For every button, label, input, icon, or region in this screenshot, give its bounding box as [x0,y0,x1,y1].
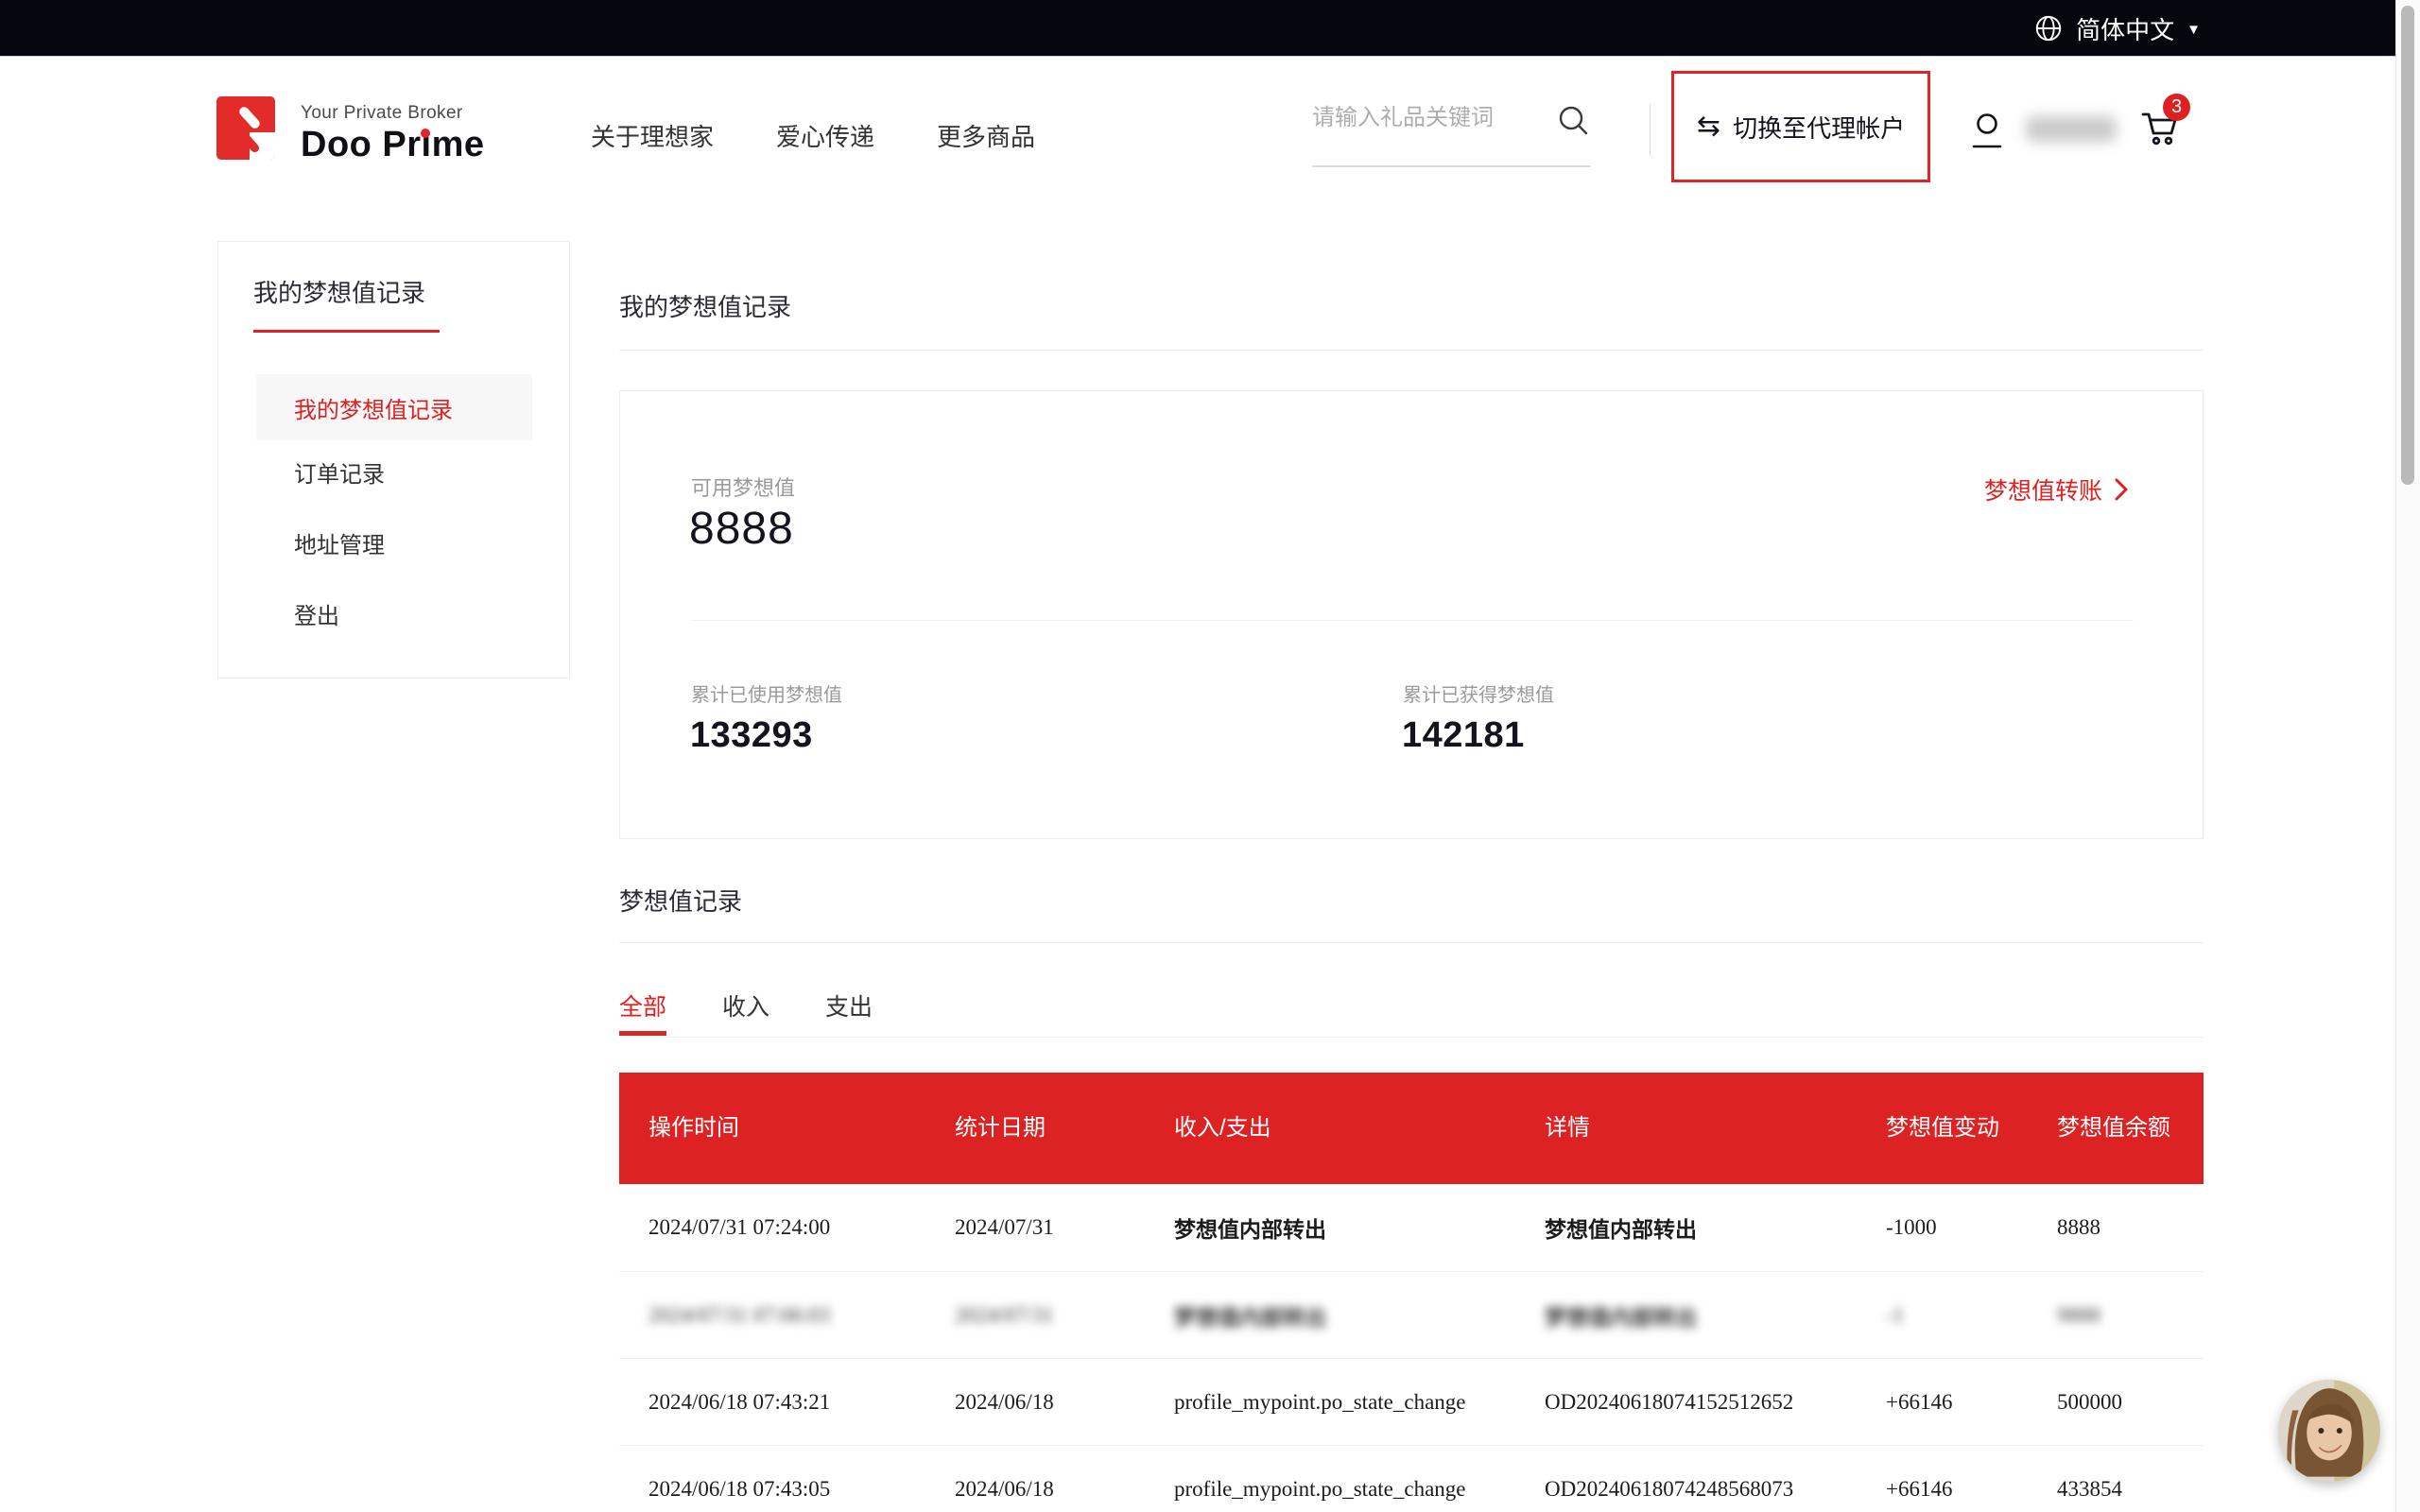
active-tab-underline [619,1031,666,1036]
cell-details: 梦想值内部转出 [1545,1211,1886,1244]
tab-all[interactable]: 全部 [619,988,666,1022]
chevron-down-icon: ▼ [2187,22,2201,38]
switch-to-agent-account-button[interactable]: ⇆ 切换至代理帐户 [1671,71,1930,182]
tab-income[interactable]: 收入 [722,988,769,1022]
cell-income-expense: profile_mypoint.po_state_change [1174,1477,1545,1502]
doo-prime-logo-icon[interactable] [216,96,275,160]
cell-details: OD20240618074152512652 [1545,1390,1886,1415]
cell-details: 梦想值内部转出 [1545,1299,1886,1332]
page-title: 我的梦想值记录 [619,288,791,323]
header-stat-date: 统计日期 [955,1112,1174,1145]
cell-change: +66146 [1886,1390,2057,1415]
nav-item-charity[interactable]: 爱心传递 [776,118,874,153]
records-section-title: 梦想值记录 [619,883,742,918]
logo-tagline: Your Private Broker [301,103,485,124]
language-label: 简体中文 [2076,11,2174,46]
nav-item-about[interactable]: 关于理想家 [591,118,714,153]
sidebar-item-address-management[interactable]: 地址管理 [256,509,532,576]
cell-income-expense: profile_mypoint.po_state_change [1174,1390,1545,1415]
dream-value-summary-card: 可用梦想值 8888 梦想值转账 累计已使用梦想值 133293 累计已获得梦想… [619,390,2204,839]
search-input[interactable] [1312,105,1539,131]
page: 简体中文 ▼ Your Private Broker Doo Prime 关于理… [0,0,2420,1512]
scrollbar-track[interactable] [2395,0,2420,1512]
sidebar-item-order-records[interactable]: 订单记录 [256,438,532,505]
cell-income-expense: 梦想值内部转出 [1174,1299,1545,1332]
available-dream-value-label: 可用梦想值 [691,472,795,502]
cell-operation-time: 2024/07/31 07:06:03 [648,1303,955,1328]
cell-income-expense: 梦想值内部转出 [1174,1211,1545,1244]
table-header-row: 操作时间 统计日期 收入/支出 详情 梦想值变动 梦想值余额 [619,1073,2204,1184]
header-operation-time: 操作时间 [648,1112,955,1145]
chevron-right-icon [2114,476,2129,503]
records-table: 操作时间 统计日期 收入/支出 详情 梦想值变动 梦想值余额 2024/07/3… [619,1073,2204,1512]
table-row: 2024/06/18 07:43:05 2024/06/18 profile_m… [619,1445,2204,1512]
top-bar: 简体中文 ▼ [0,0,2420,57]
table-row: 2024/07/31 07:24:00 2024/07/31 梦想值内部转出 梦… [619,1184,2204,1271]
cell-stat-date: 2024/06/18 [955,1477,1174,1502]
cart-badge: 3 [2163,94,2190,121]
nav-item-more-products[interactable]: 更多商品 [937,118,1035,153]
globe-icon [2033,13,2064,43]
cell-operation-time: 2024/06/18 07:43:05 [648,1477,955,1502]
divider [619,942,2204,943]
cell-change: -1 [1886,1303,2057,1328]
header-divider [1650,104,1651,156]
header-dream-value-change: 梦想值变动 [1886,1112,2057,1145]
cell-stat-date: 2024/07/31 [955,1215,1174,1240]
table-row-blurred: 2024/07/31 07:06:03 2024/07/31 梦想值内部转出 梦… [619,1271,2204,1358]
cell-stat-date: 2024/07/31 [955,1303,1174,1328]
header: Your Private Broker Doo Prime 关于理想家 爱心传递… [0,58,2420,242]
cell-balance: 500000 [2057,1390,2204,1415]
cell-change: +66146 [1886,1477,2057,1502]
tab-expense[interactable]: 支出 [825,988,873,1022]
sidebar: 我的梦想值记录 我的梦想值记录 订单记录 地址管理 登出 [217,241,570,679]
cell-balance: 433854 [2057,1477,2204,1502]
search-bar [1312,105,1591,131]
sidebar-item-logout[interactable]: 登出 [256,580,532,646]
used-dream-value: 133293 [690,715,813,756]
cell-operation-time: 2024/07/31 07:24:00 [648,1215,955,1240]
sidebar-title-underline [253,330,440,333]
used-dream-value-label: 累计已使用梦想值 [691,679,842,707]
cell-stat-date: 2024/06/18 [955,1390,1174,1415]
search-icon[interactable] [1556,103,1590,142]
dream-value-transfer-link[interactable]: 梦想值转账 [1984,472,2129,507]
tabs-divider [619,1037,2204,1038]
records-tabs: 全部 收入 支出 [619,988,873,1022]
main-nav: 关于理想家 爱心传递 更多商品 [591,118,1035,153]
table-row: 2024/06/18 07:43:21 2024/06/18 profile_m… [619,1358,2204,1445]
cell-change: -1000 [1886,1215,2057,1240]
earned-dream-value-label: 累计已获得梦想值 [1403,679,1554,707]
available-dream-value: 8888 [689,503,794,555]
user-account-icon[interactable] [1968,110,2006,158]
sidebar-title: 我的梦想值记录 [253,274,425,309]
brand-name: Doo Prime [301,125,485,164]
language-selector[interactable]: 简体中文 ▼ [2033,0,2201,57]
switch-arrows-icon: ⇆ [1697,112,1720,141]
header-details: 详情 [1545,1112,1886,1145]
support-avatar[interactable] [2278,1380,2380,1482]
username-blurred [2026,116,2117,142]
cell-balance: 9888 [2057,1303,2204,1328]
sidebar-item-my-dream-value-records[interactable]: 我的梦想值记录 [256,374,532,440]
header-income-expense: 收入/支出 [1174,1112,1545,1145]
cell-balance: 8888 [2057,1215,2204,1240]
header-dream-value-balance: 梦想值余额 [2057,1112,2204,1145]
scrollbar-thumb[interactable] [2401,6,2414,485]
divider [619,350,2204,351]
transfer-label: 梦想值转账 [1984,472,2102,507]
card-divider [691,620,2134,621]
earned-dream-value: 142181 [1402,715,1525,756]
switch-account-label: 切换至代理帐户 [1733,110,1905,145]
cell-details: OD20240618074248568073 [1545,1477,1886,1502]
logo-text[interactable]: Your Private Broker Doo Prime [301,103,485,165]
cell-operation-time: 2024/06/18 07:43:21 [648,1390,955,1415]
